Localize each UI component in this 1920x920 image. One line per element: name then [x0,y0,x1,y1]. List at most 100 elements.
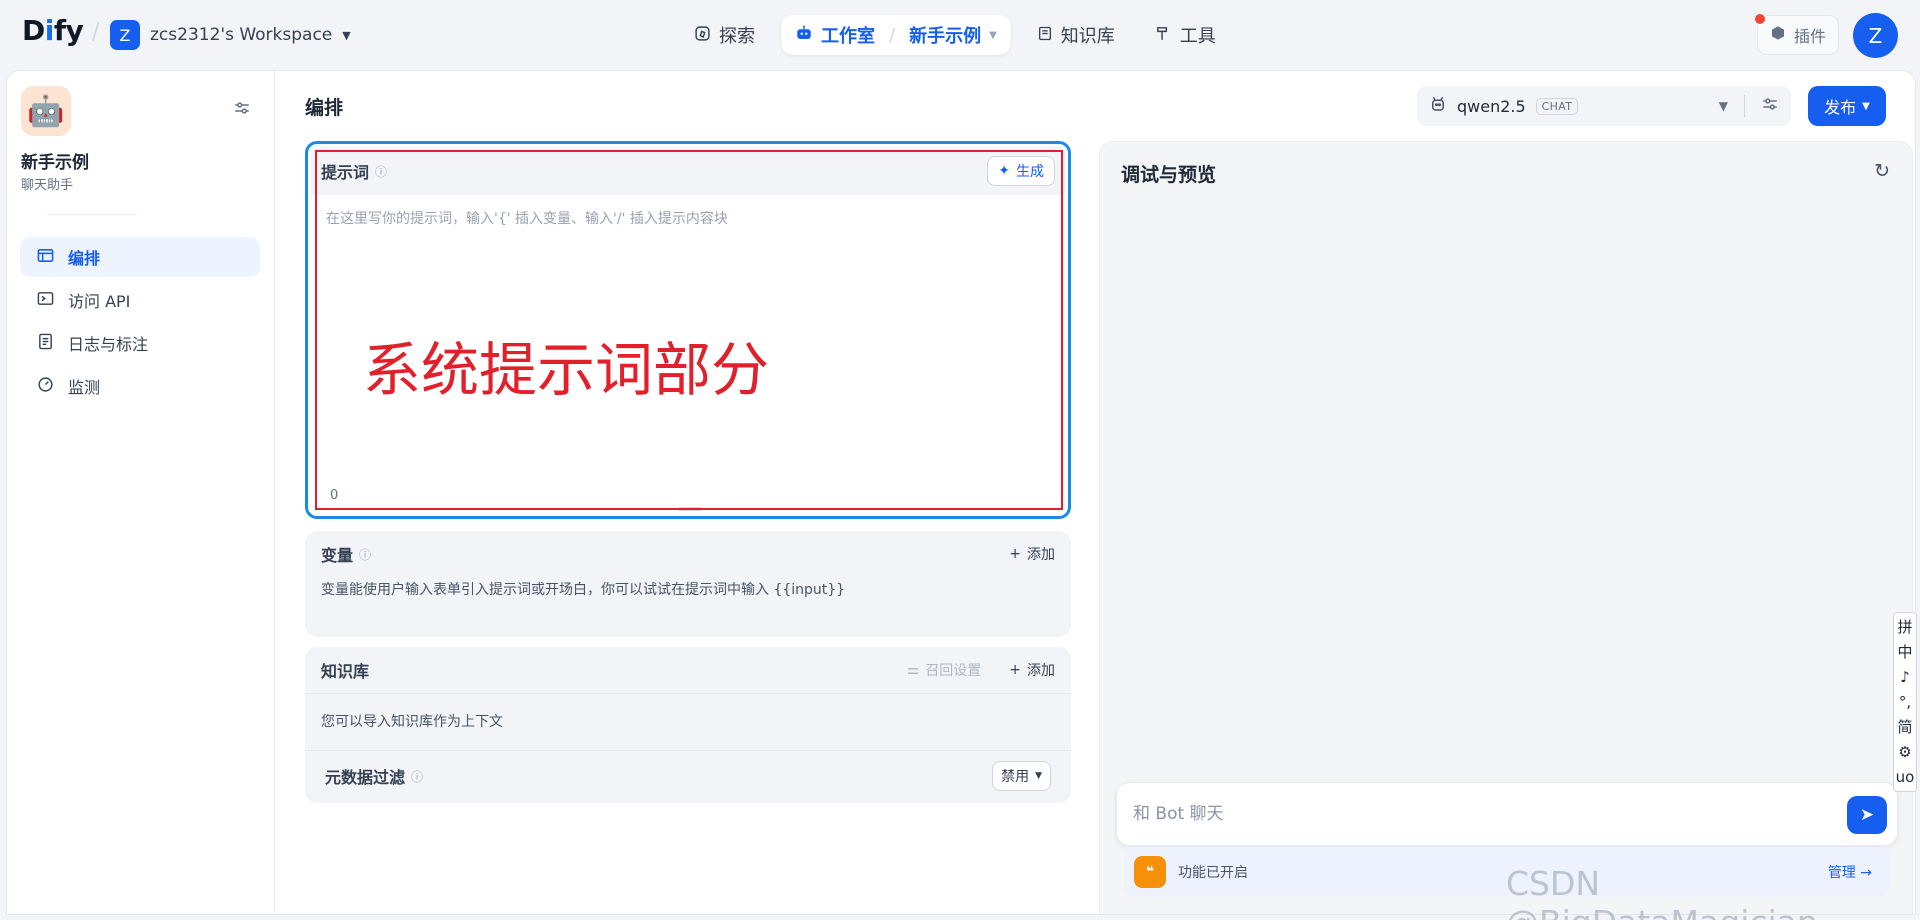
prompt-editor: 提示词 ⓘ ✦ 生成 在这里写你的提示词，输入'{' 插入变量、输入'/' 插入… [305,141,1071,519]
sliders-icon[interactable] [233,99,251,121]
nav-knowledge-label: 知识库 [1060,26,1115,47]
debug-preview-panel: 调试与预览 ↻ ➤ ❝ 功能已开启 管理 → [1099,141,1913,914]
add-label: 添加 [1027,663,1055,679]
user-avatar[interactable]: Z [1853,13,1898,58]
manage-link[interactable]: 管理 → [1828,862,1872,882]
metadata-filter-select[interactable]: 禁用 ▼ [992,761,1051,791]
model-selector[interactable]: qwen2.5 CHAT ▼ [1417,86,1791,126]
variables-header: 变量 ⓘ + 添加 [305,531,1071,577]
help-icon[interactable]: ⓘ [411,768,423,785]
sliders-icon: ⚌ [906,662,920,678]
sidebar-item-monitor[interactable]: 监测 [20,366,260,406]
app-avatar[interactable]: 🤖 [21,86,71,136]
workspace-name: zcs2312's Workspace [150,25,333,45]
add-knowledge-button[interactable]: + 添加 [1009,660,1055,680]
feature-status: 功能已开启 [1178,865,1248,881]
sparkle-icon: ✦ [998,163,1010,179]
char-count: 0 [330,488,339,503]
ime-item[interactable]: ⚙ [1898,742,1911,763]
sidebar-nav: 编排 访问 API 日志与标注 监测 [20,237,260,409]
variables-title: 变量 [321,546,354,565]
top-navigation-bar: Dify / Z zcs2312's Workspace ▼ 探索 工作室 / … [0,0,1920,70]
chevron-down-icon[interactable]: ▼ [1719,99,1728,113]
robot-icon [795,24,813,46]
help-icon[interactable]: ⓘ [375,163,387,180]
prompt-title: 提示词 [321,163,370,182]
model-divider [1744,95,1745,117]
variables-card: 变量 ⓘ + 添加 变量能使用户输入表单引入提示词或开场白，你可以试试在提示词中… [305,531,1071,637]
ime-item[interactable]: ♪ [1900,667,1910,688]
recall-settings-button[interactable]: ⚌ 召回设置 [907,660,982,680]
add-variable-button[interactable]: + 添加 [1009,544,1055,564]
cube-icon [1770,25,1786,45]
workspace-avatar: Z [110,20,140,50]
nav-knowledge[interactable]: 知识库 [1023,15,1129,55]
main-nav: 探索 工作室 / 新手示例 ▼ 知识库 工具 [680,15,1230,55]
app-frame: 🤖 新手示例 聊天助手 编排 访问 API 日志与标注 监测 编排 qwen2.… [6,70,1916,915]
sidebar-item-label: 监测 [68,378,101,397]
variables-description: 变量能使用户输入表单引入提示词或开场白，你可以试试在提示词中输入 {{input… [321,582,846,598]
model-name: qwen2.5 [1457,96,1526,116]
metadata-filter-row: 元数据过滤 ⓘ 禁用 ▼ [305,751,1071,801]
workspace-switcher[interactable]: Z zcs2312's Workspace ▼ [110,20,351,50]
variables-actions: + 添加 [1009,544,1055,564]
sidebar-item-label: 访问 API [68,292,131,311]
dify-logo[interactable]: Dify [22,14,84,47]
debug-title: 调试与预览 [1121,164,1217,186]
plus-icon: + [1009,662,1021,678]
book-icon [1037,25,1053,46]
resize-handle[interactable] [678,507,702,511]
knowledge-header: 知识库 ⚌ 召回设置 + 添加 [305,647,1071,693]
current-app-breadcrumb[interactable]: 新手示例 [909,22,981,48]
send-button[interactable]: ➤ [1847,796,1887,834]
app-name: 新手示例 [21,153,89,173]
breadcrumb-separator: / [92,20,100,45]
plugins-label: 插件 [1794,27,1827,46]
chevron-down-icon: ▼ [1862,100,1870,112]
ime-item[interactable]: 拼 [1897,617,1912,638]
ime-item[interactable]: 中 [1897,642,1912,663]
send-icon: ➤ [1859,805,1875,825]
model-provider-icon [1429,95,1447,117]
ime-item[interactable]: uo [1896,767,1915,788]
metadata-filter-title: 元数据过滤 [325,768,406,787]
model-mode-badge: CHAT [1535,97,1579,115]
log-icon [36,333,54,354]
page-title: 编排 [305,97,344,119]
generate-button[interactable]: ✦ 生成 [987,156,1055,186]
chat-input[interactable] [1133,799,1813,829]
refresh-icon[interactable]: ↻ [1874,160,1890,182]
app-type: 聊天助手 [21,178,74,193]
nav-tools[interactable]: 工具 [1141,15,1230,55]
sidebar-item-logs[interactable]: 日志与标注 [20,323,260,363]
notification-dot [1755,14,1765,24]
prompt-header: 提示词 ⓘ ✦ 生成 [311,147,1065,195]
chat-input-box: ➤ [1116,782,1898,846]
prompt-textarea[interactable]: 在这里写你的提示词，输入'{' 插入变量、输入'/' 插入提示内容块 系统提示词… [311,195,1065,513]
gauge-icon [36,376,54,397]
app-sidebar: 🤖 新手示例 聊天助手 编排 访问 API 日志与标注 监测 [7,71,275,914]
sidebar-item-label: 编排 [68,249,101,268]
features-bar: ❝ 功能已开启 管理 → [1124,847,1890,897]
quote-icon: ❝ [1134,856,1166,888]
help-icon[interactable]: ⓘ [359,546,371,563]
sidebar-item-orchestrate[interactable]: 编排 [20,237,260,277]
nav-explore[interactable]: 探索 [680,15,769,55]
layout-icon [36,248,54,267]
recall-label: 召回设置 [925,663,982,679]
publish-button[interactable]: 发布 ▼ [1808,86,1886,126]
ime-item[interactable]: °, [1899,692,1911,713]
ime-item[interactable]: 简 [1897,717,1912,738]
knowledge-actions: ⚌ 召回设置 + 添加 [907,660,1055,680]
plugins-button[interactable]: 插件 [1755,14,1840,55]
nav-studio[interactable]: 工作室 / 新手示例 ▼ [781,15,1011,55]
knowledge-card: 知识库 ⚌ 召回设置 + 添加 您可以导入知识库作为上下文 元数据过滤 ⓘ 禁用… [305,647,1071,803]
chevron-down-icon[interactable]: ▼ [989,30,997,41]
prompt-editor-inner: 提示词 ⓘ ✦ 生成 在这里写你的提示词，输入'{' 插入变量、输入'/' 插入… [311,147,1065,513]
sidebar-divider [47,214,137,215]
sidebar-item-api[interactable]: 访问 API [20,280,260,320]
model-params-icon[interactable] [1761,95,1779,117]
generate-label: 生成 [1016,164,1044,180]
nav-studio-label: 工作室 [821,26,875,47]
nav-tools-label: 工具 [1179,26,1216,47]
